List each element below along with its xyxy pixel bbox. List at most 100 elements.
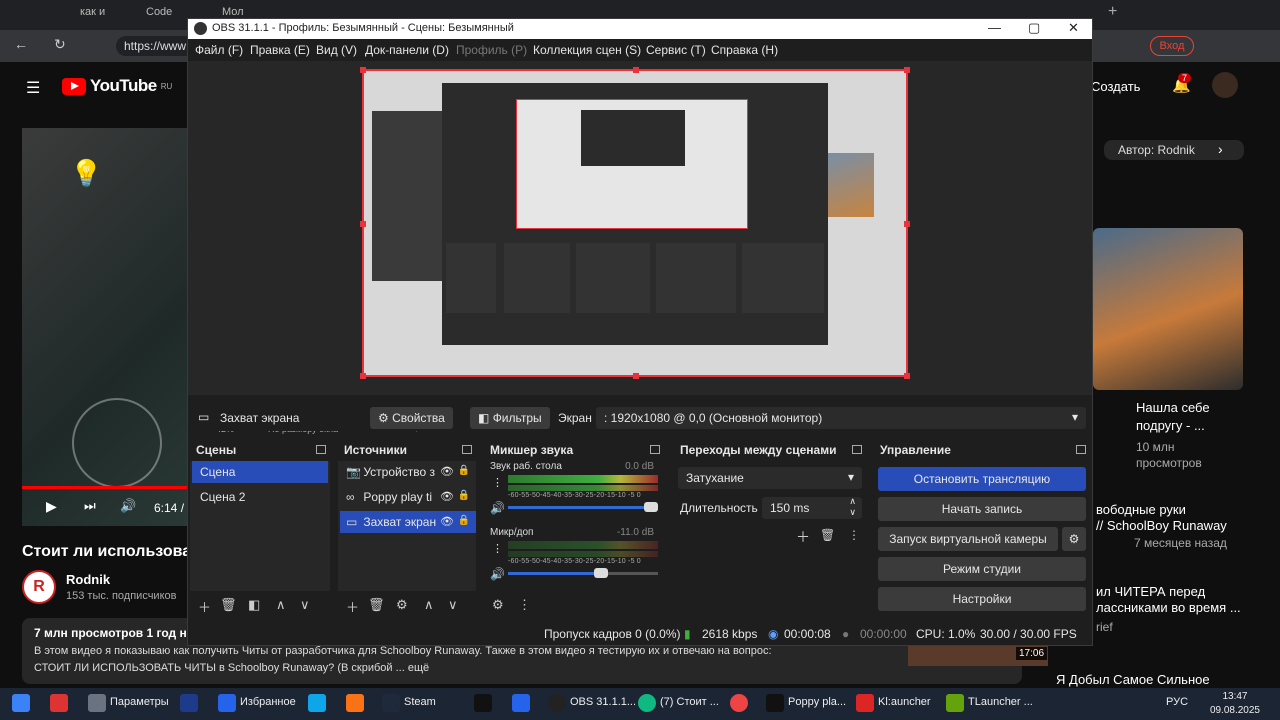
taskbar-item[interactable]: Параметры [110,696,169,708]
slider-knob[interactable] [643,502,658,512]
undock-icon[interactable] [462,445,472,454]
taskbar-item[interactable]: Избранное [240,696,296,708]
author-chip[interactable]: Автор: Rodnik [1104,140,1244,160]
app-icon[interactable] [50,694,68,712]
menu-scene-collection[interactable]: Коллекция сцен (S) [533,43,641,57]
resize-handle[interactable] [904,221,910,227]
clock[interactable]: 13:47 09.08.2025 [1210,690,1260,718]
undock-icon[interactable] [316,445,326,454]
eye-icon[interactable]: 👁 [440,515,454,528]
play-icon[interactable]: ▶ [46,498,57,515]
arrow-down-icon[interactable]: ∨ [300,597,310,613]
volume-slider[interactable] [508,502,658,512]
url-input[interactable]: https://www [116,36,196,56]
reload-icon[interactable]: ↻ [54,36,66,53]
taskbar-item[interactable]: Poppy pla... [788,696,846,708]
chrome-icon[interactable] [730,694,748,712]
more-icon[interactable]: ⋮ [492,542,503,555]
screen-select[interactable]: : 1920x1080 @ 0,0 (Основной монитор) ▾ [596,407,1086,429]
arrow-down-icon[interactable]: ∨ [448,597,458,613]
add-icon[interactable]: ＋ [796,527,810,547]
back-icon[interactable]: ← [14,36,28,52]
resize-handle[interactable] [904,67,910,73]
tlauncher-icon[interactable] [946,694,964,712]
taskbar-item[interactable]: Kl:auncher [878,696,931,708]
source-item[interactable]: 📷 Устройство з 👁 🔒 [340,461,476,483]
source-item[interactable]: ∞ Poppy play ti 👁 🔒 [340,486,476,508]
studio-mode-button[interactable]: Режим студии [878,557,1086,581]
zoom-icon[interactable] [512,694,530,712]
login-button[interactable]: Вход [1150,36,1194,56]
lock-icon[interactable]: 🔒 [458,515,470,526]
more-icon[interactable]: ⋮ [848,528,860,542]
language-indicator[interactable]: РУС [1166,696,1188,708]
maximize-icon[interactable]: ▢ [1028,20,1040,36]
trash-icon[interactable]: 🗑 [368,597,385,613]
add-icon[interactable]: ＋ [198,597,211,616]
resize-handle[interactable] [904,373,910,379]
channel-avatar[interactable]: R [22,570,56,604]
youtube-logo[interactable]: YouTube RU [62,76,172,96]
resize-handle[interactable] [633,373,639,379]
lock-icon[interactable]: 🔒 [458,465,470,476]
stop-stream-button[interactable]: Остановить трансляцию [878,467,1086,491]
app-icon[interactable] [766,694,784,712]
volume-icon[interactable]: 🔊 [490,567,505,581]
arrow-up-icon[interactable]: ∧ [276,597,286,613]
scene-item[interactable]: Сцена [192,461,328,483]
side-title-2[interactable]: лассниками во время ... [1096,600,1241,615]
more-icon[interactable]: ⋮ [492,476,503,489]
resize-handle[interactable] [360,221,366,227]
windows-start-icon[interactable] [12,694,30,712]
steam-icon[interactable] [382,694,400,712]
gear-icon[interactable]: ⚙ [492,597,504,613]
side-title[interactable]: Я Добыл Самое Сильное [1056,672,1210,687]
close-icon[interactable]: ✕ [1068,20,1079,36]
settings-button[interactable]: Настройки [878,587,1086,611]
taskbar-item[interactable]: Steam [404,696,436,708]
slider-knob[interactable] [594,568,608,578]
new-tab-icon[interactable]: + [1108,3,1117,23]
side-title[interactable]: вободные руки [1096,502,1186,517]
virtual-camera-button[interactable]: Запуск виртуальной камеры [878,527,1058,551]
resize-handle[interactable] [360,373,366,379]
menu-help[interactable]: Справка (H) [711,43,778,57]
trash-icon[interactable]: 🗑 [820,528,835,542]
add-icon[interactable]: ＋ [346,597,359,616]
taskbar-item[interactable]: OBS 31.1.1... [570,696,636,708]
filters-button[interactable]: ◧ Фильтры [470,407,550,429]
settings-app-icon[interactable] [88,694,106,712]
taskbar-item[interactable]: TLauncher ... [968,696,1033,708]
browser-tab[interactable]: Code [146,6,172,26]
volume-icon[interactable]: 🔊 [120,498,136,514]
filter-icon[interactable]: ◧ [248,597,260,613]
menu-tools[interactable]: Сервис (T) [646,43,706,57]
more-icon[interactable]: ⋮ [518,597,531,613]
eye-icon[interactable]: 👁 [440,465,454,478]
vscode-icon[interactable] [308,694,326,712]
telegram-icon[interactable] [218,694,236,712]
edge-icon[interactable] [638,694,656,712]
spin-down-icon[interactable]: ∨ [849,507,856,518]
resize-handle[interactable] [633,67,639,73]
menu-profile[interactable]: Профиль (P) [456,43,527,57]
minimize-icon[interactable]: — [988,20,1001,35]
video-player[interactable]: 💡 ▶ ⏭ 🔊 6:14 / [22,128,192,526]
gear-icon[interactable]: ⚙ [396,597,408,613]
next-icon[interactable]: ⏭ [84,498,96,514]
channel-name[interactable]: Rodnik [66,572,110,587]
undock-icon[interactable] [1076,445,1086,454]
chevron-right-icon[interactable]: › [1218,141,1223,157]
resize-handle[interactable] [360,67,366,73]
scene-item[interactable]: Сцена 2 [192,486,328,508]
progress-bar[interactable] [22,486,192,489]
lock-icon[interactable]: 🔒 [458,490,470,501]
preview-area[interactable]: − 42% + По размеру окна ▾ [188,61,1092,434]
menu-view[interactable]: Вид (V) [316,43,357,57]
side-title[interactable]: Нашла себе [1136,400,1210,415]
menu-file[interactable]: Файл (F) [195,43,243,57]
preview-canvas[interactable] [360,67,910,379]
obs-icon[interactable] [548,694,566,712]
transition-select[interactable]: Затухание ▾ [678,467,862,489]
avatar[interactable] [1212,72,1238,98]
